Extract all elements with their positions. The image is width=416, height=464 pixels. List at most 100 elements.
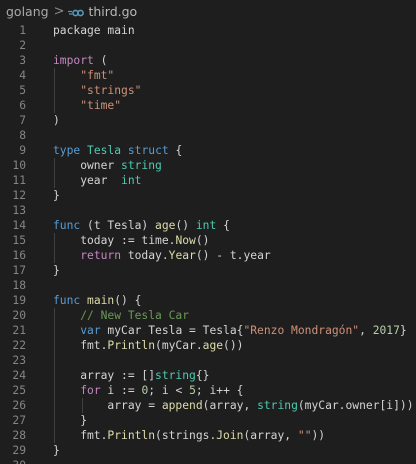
code-text[interactable]: type Tesla struct { [53, 143, 182, 158]
code-token: (array, [202, 399, 258, 412]
line-number: 25 [12, 384, 26, 397]
line-number: 10 [12, 159, 26, 172]
code-line[interactable]: 13 [0, 203, 416, 218]
code-line[interactable]: 23 [0, 353, 416, 368]
code-line[interactable]: 2 [0, 38, 416, 53]
line-number: 16 [12, 249, 26, 262]
line-number: 6 [19, 99, 26, 112]
code-text[interactable]: } [53, 413, 87, 428]
code-line[interactable]: 8 [0, 128, 416, 143]
code-text[interactable]: import ( [53, 53, 107, 68]
code-line[interactable]: 10 owner string [0, 158, 416, 173]
code-line[interactable]: 16 return today.Year() - t.year [0, 248, 416, 263]
code-token: { [216, 219, 230, 232]
line-number: 29 [12, 444, 26, 457]
code-line[interactable]: 4 "fmt" [0, 68, 416, 83]
code-token: , [359, 324, 373, 337]
code-token: Now [175, 234, 196, 247]
code-token: (t Tesla) [80, 219, 156, 232]
code-line[interactable]: 12} [0, 188, 416, 203]
code-line[interactable]: 30 [0, 458, 416, 464]
code-text[interactable]: "time" [53, 98, 121, 113]
indent-guide [54, 353, 55, 368]
code-token: 2017 [372, 324, 400, 337]
code-lines[interactable]: 1 package main 2 3 import (4 "fmt" 5 "strings… [0, 23, 416, 464]
code-token: (myCar. [155, 339, 203, 352]
code-text[interactable]: var myCar Tesla = Tesla{"Renzo Mondragón… [53, 323, 407, 338]
code-token: (myCar.owner[i])) [297, 399, 414, 412]
code-token: func [53, 294, 81, 307]
code-text[interactable]: func main() { [53, 293, 141, 308]
line-number: 20 [12, 309, 26, 322]
code-line[interactable]: 28 fmt.Println(strings.Join(array, "")) [0, 428, 416, 443]
code-text[interactable]: year int [53, 173, 141, 188]
code-text[interactable]: package main [53, 23, 135, 38]
breadcrumb-file[interactable]: third.go [88, 4, 137, 19]
code-text[interactable]: array = append(array, string(myCar.owner… [53, 398, 414, 413]
code-token: "" [297, 429, 312, 442]
code-line[interactable]: 3 import ( [0, 53, 416, 68]
code-line[interactable]: 15 today := time.Now() [0, 233, 416, 248]
line-number: 14 [12, 219, 26, 232]
code-text[interactable]: fmt.Println(myCar.age()) [53, 338, 243, 353]
line-number: 2 [19, 39, 26, 52]
code-line[interactable]: 19 func main() { [0, 293, 416, 308]
code-token: fmt. [53, 429, 108, 442]
code-line[interactable]: 26 array = append(array, string(myCar.ow… [0, 398, 416, 413]
code-text[interactable]: return today.Year() - t.year [53, 248, 270, 263]
code-line[interactable]: 11 year int [0, 173, 416, 188]
code-token: { [168, 144, 183, 157]
line-number: 7 [19, 114, 26, 127]
code-text[interactable]: fmt.Println(strings.Join(array, "")) [53, 428, 325, 443]
code-text[interactable]: } [53, 263, 60, 278]
code-line[interactable]: 9 type Tesla struct { [0, 143, 416, 158]
code-line[interactable]: 29} [0, 443, 416, 458]
code-text[interactable]: } [53, 188, 60, 203]
code-token: type [53, 144, 81, 157]
code-token: () { [114, 294, 142, 307]
line-number: 11 [12, 174, 26, 187]
code-token: )) [311, 429, 326, 442]
code-token: } [399, 324, 407, 337]
code-token: } [53, 414, 88, 427]
code-line[interactable]: 6 "time" [0, 98, 416, 113]
code-text[interactable]: func (t Tesla) age() int { [53, 218, 230, 233]
code-token: main [87, 294, 115, 307]
code-text[interactable]: ) [53, 113, 60, 128]
line-number: 18 [12, 279, 26, 292]
code-editor[interactable]: golang > third.go 1 package main 2 3 import … [0, 0, 416, 464]
code-text[interactable]: owner string [53, 158, 162, 173]
code-token: array := [] [53, 369, 156, 382]
code-token: } [53, 189, 60, 202]
code-text[interactable]: "strings" [53, 83, 141, 98]
code-line[interactable]: 18 [0, 278, 416, 293]
code-line[interactable]: 17} [0, 263, 416, 278]
breadcrumb-folder[interactable]: golang [6, 4, 49, 19]
code-token: } [53, 264, 60, 277]
code-line[interactable]: 24 array := []string{} [0, 368, 416, 383]
line-number: 1 [19, 24, 26, 37]
code-line[interactable]: 14 func (t Tesla) age() int { [0, 218, 416, 233]
code-line[interactable]: 20 // New Tesla Car [0, 308, 416, 323]
code-text[interactable]: for i := 0; i < 5; i++ { [53, 383, 243, 398]
code-line[interactable]: 21 var myCar Tesla = Tesla{"Renzo Mondra… [0, 323, 416, 338]
code-text[interactable]: today := time.Now() [53, 233, 209, 248]
code-token: () [195, 234, 210, 247]
code-text[interactable]: // New Tesla Car [53, 308, 189, 323]
code-token: // New Tesla Car [80, 309, 190, 322]
code-token: (array, [243, 429, 298, 442]
code-line[interactable]: 25 for i := 0; i < 5; i++ { [0, 383, 416, 398]
code-token: ( [93, 54, 108, 67]
code-text[interactable]: "fmt" [53, 68, 114, 83]
code-line[interactable]: 7) [0, 113, 416, 128]
code-line[interactable]: 27 } [0, 413, 416, 428]
code-line[interactable]: 22 fmt.Println(myCar.age()) [0, 338, 416, 353]
code-token: fmt. [53, 339, 108, 352]
code-token: import [53, 54, 94, 67]
code-text[interactable]: array := []string{} [53, 368, 209, 383]
code-line[interactable]: 5 "strings" [0, 83, 416, 98]
code-text[interactable]: } [53, 443, 60, 458]
code-line[interactable]: 1 package main [0, 23, 416, 38]
